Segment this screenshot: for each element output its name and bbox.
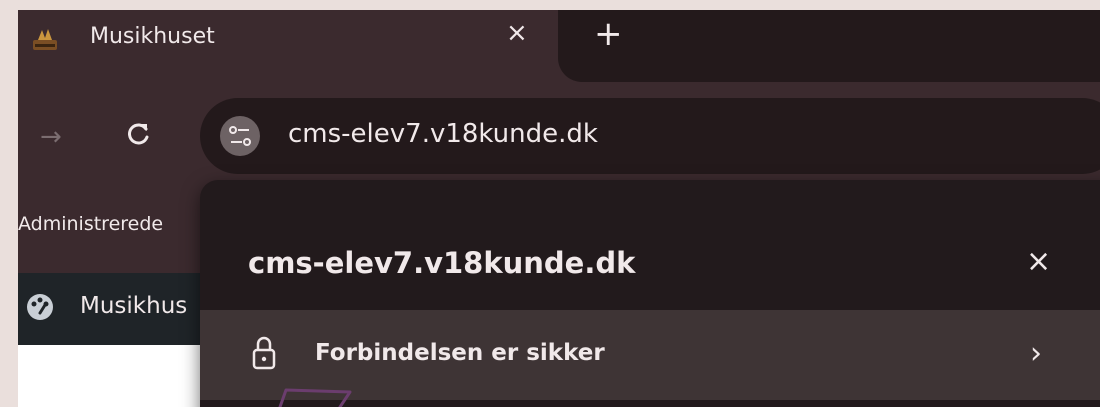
bookmark-item[interactable]: Administrerede <box>18 213 163 235</box>
connection-label: Forbindelsen er sikker <box>315 340 605 366</box>
tune-icon <box>229 126 251 146</box>
site-info-button[interactable] <box>220 116 260 156</box>
popup-close-icon[interactable]: × <box>1026 244 1051 279</box>
address-bar[interactable]: cms-elev7.v18kunde.dk <box>200 98 1100 174</box>
url-text[interactable]: cms-elev7.v18kunde.dk <box>288 119 598 149</box>
forward-button[interactable]: → <box>40 122 62 152</box>
reload-icon[interactable] <box>124 120 152 148</box>
page-title[interactable]: Musikhus <box>80 293 187 319</box>
lock-icon <box>252 336 276 370</box>
tab-musikhuset[interactable]: Musikhuset × <box>18 10 558 82</box>
connection-secure-row[interactable]: Forbindelsen er sikker › <box>200 310 1100 400</box>
site-info-popup: cms-elev7.v18kunde.dk × Forbindelsen er … <box>200 180 1100 407</box>
browser-window: Musikhuset × + → cms-elev7.v18kunde.dk A… <box>18 10 1100 407</box>
site-favicon-icon <box>33 29 57 50</box>
tab-title: Musikhuset <box>90 24 215 49</box>
tab-close-icon[interactable]: × <box>506 18 528 48</box>
chevron-right-icon: › <box>1030 336 1042 371</box>
new-tab-button[interactable]: + <box>594 14 623 54</box>
popup-title: cms-elev7.v18kunde.dk <box>248 246 636 280</box>
dashboard-icon <box>27 294 53 320</box>
tab-strip <box>558 10 1100 82</box>
